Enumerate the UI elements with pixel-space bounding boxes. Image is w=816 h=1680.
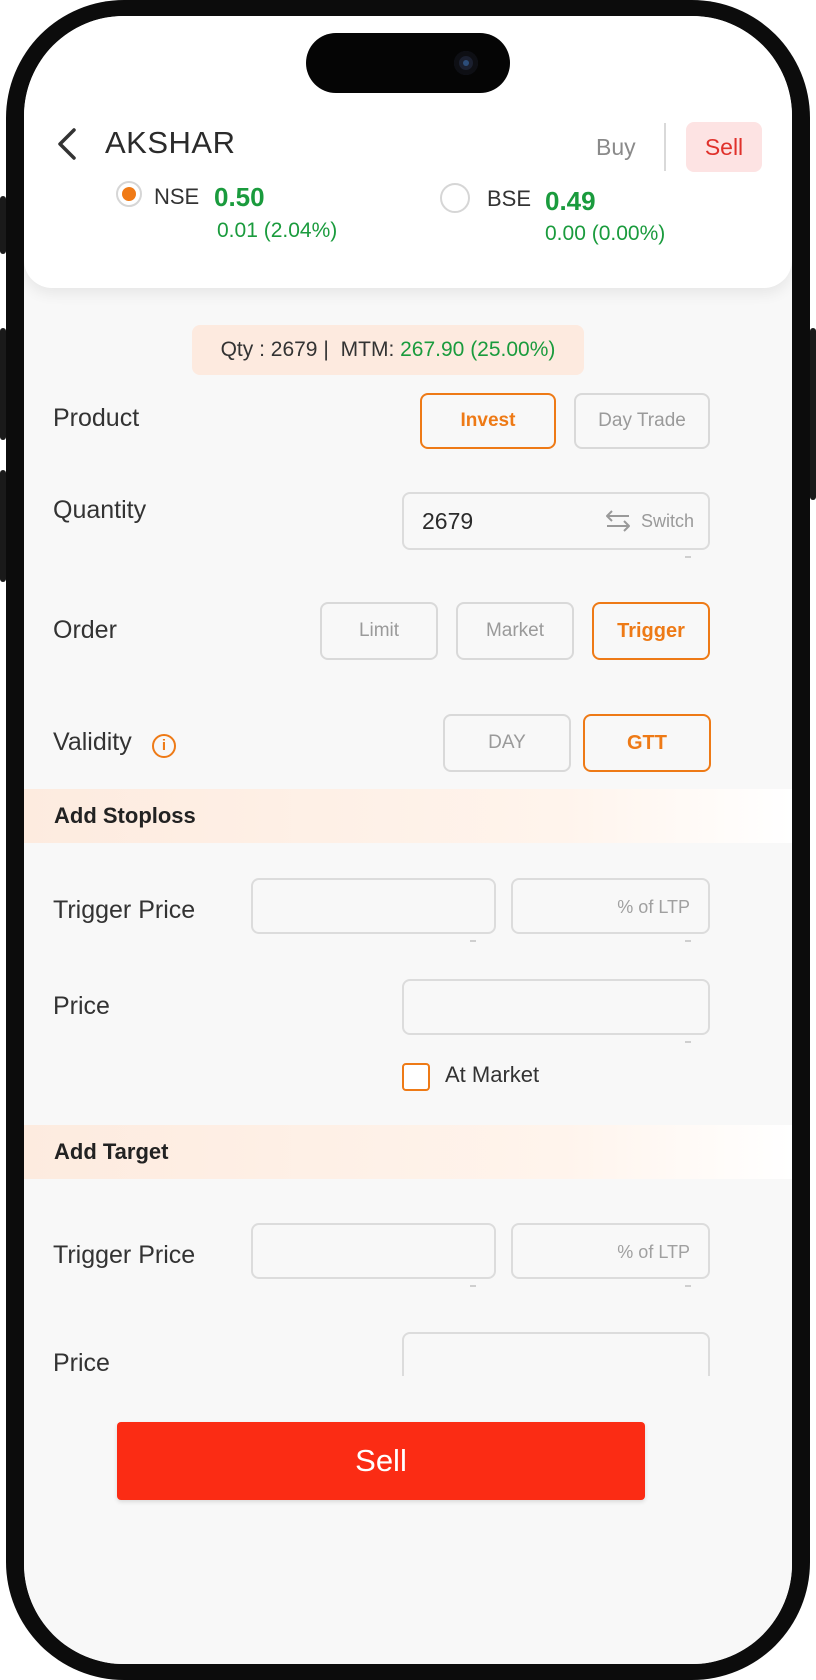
field-underline-mark: [470, 1285, 476, 1287]
volume-down-button: [0, 470, 6, 582]
switch-toggle[interactable]: Switch: [605, 494, 694, 548]
product-label: Product: [53, 404, 140, 432]
order-limit-button[interactable]: Limit: [320, 602, 438, 660]
volume-up-button: [0, 328, 6, 440]
power-button: [810, 328, 816, 500]
field-underline-mark: [685, 1285, 691, 1287]
bse-price: 0.49: [545, 186, 596, 216]
field-underline-mark: [685, 556, 691, 558]
stoploss-price-label: Price: [53, 992, 110, 1020]
target-trigger-input[interactable]: [251, 1223, 496, 1279]
field-underline-mark: [470, 940, 476, 942]
mtm-value: 267.90 (25.00%): [400, 338, 556, 361]
target-section-header: Add Target: [24, 1125, 792, 1179]
quantity-input[interactable]: 2679 Switch: [402, 492, 710, 550]
stoploss-ltp-percent-input[interactable]: % of LTP: [511, 878, 710, 934]
nse-radio[interactable]: [116, 181, 142, 207]
swap-arrows-icon: [605, 510, 630, 532]
field-underline-mark: [685, 940, 691, 942]
mtm-label: MTM:: [340, 338, 395, 361]
position-summary: Qty : 2679 | MTM: 267.90 (25.00%): [192, 325, 584, 375]
tab-divider: [664, 123, 666, 171]
info-icon[interactable]: i: [152, 734, 176, 758]
bse-change: 0.00 (0.00%): [545, 222, 666, 245]
quantity-value: 2679: [422, 508, 474, 534]
product-invest-button[interactable]: Invest: [420, 393, 556, 449]
back-arrow-icon[interactable]: [54, 124, 84, 164]
bottom-action-bar: [24, 1376, 792, 1664]
camera-icon: [454, 51, 478, 75]
validity-day-button[interactable]: DAY: [443, 714, 571, 772]
field-underline-mark: [685, 1041, 691, 1043]
target-ltp-percent-input[interactable]: % of LTP: [511, 1223, 710, 1279]
at-market-checkbox[interactable]: [402, 1063, 430, 1091]
quantity-label: Quantity: [53, 496, 147, 524]
at-market-label: At Market: [445, 1062, 540, 1087]
switch-label: Switch: [640, 510, 694, 531]
order-market-button[interactable]: Market: [456, 602, 574, 660]
bse-label: BSE: [487, 186, 532, 211]
stoploss-ltp-placeholder: % of LTP: [617, 897, 690, 917]
qty-text: Qty : 2679 |: [220, 338, 329, 361]
nse-change: 0.01 (2.04%): [217, 219, 338, 242]
target-price-label: Price: [53, 1349, 110, 1377]
stock-title: AKSHAR: [105, 125, 236, 160]
target-trigger-label: Trigger Price: [53, 1241, 196, 1269]
mute-switch: [0, 196, 6, 254]
app-screen: AKSHAR Buy Sell NSE 0.50 0.01 (2.04%) BS…: [24, 16, 792, 1664]
dynamic-island: [306, 33, 510, 93]
order-label: Order: [53, 616, 117, 644]
validity-gtt-button[interactable]: GTT: [583, 714, 711, 772]
sell-button[interactable]: Sell: [117, 1422, 645, 1500]
buy-tab[interactable]: Buy: [596, 134, 636, 161]
stoploss-trigger-label: Trigger Price: [53, 896, 196, 924]
stoploss-heading: Add Stoploss: [54, 803, 196, 828]
validity-label: Validity: [53, 728, 132, 756]
stoploss-trigger-input[interactable]: [251, 878, 496, 934]
nse-price: 0.50: [214, 182, 265, 212]
nse-label: NSE: [154, 184, 200, 209]
sell-tab[interactable]: Sell: [686, 122, 762, 172]
order-trigger-button[interactable]: Trigger: [592, 602, 710, 660]
target-heading: Add Target: [54, 1139, 169, 1164]
product-daytrade-button[interactable]: Day Trade: [574, 393, 710, 449]
bse-radio[interactable]: [440, 183, 470, 213]
stoploss-section-header: Add Stoploss: [24, 789, 792, 843]
stoploss-price-input[interactable]: [402, 979, 710, 1035]
target-ltp-placeholder: % of LTP: [617, 1242, 690, 1262]
